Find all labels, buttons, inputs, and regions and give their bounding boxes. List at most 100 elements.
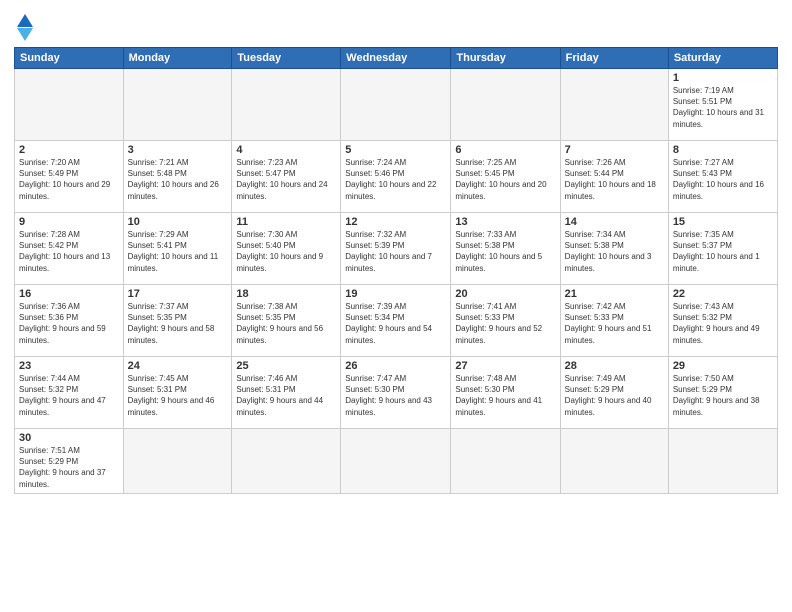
weekday-header: Thursday bbox=[451, 48, 560, 69]
day-number: 16 bbox=[19, 288, 119, 300]
day-info: Sunrise: 7:43 AM Sunset: 5:32 PM Dayligh… bbox=[673, 301, 773, 346]
calendar-cell bbox=[668, 429, 777, 494]
day-number: 30 bbox=[19, 432, 119, 444]
day-info: Sunrise: 7:26 AM Sunset: 5:44 PM Dayligh… bbox=[565, 157, 664, 202]
day-number: 10 bbox=[128, 216, 228, 228]
day-info: Sunrise: 7:21 AM Sunset: 5:48 PM Dayligh… bbox=[128, 157, 228, 202]
day-info: Sunrise: 7:19 AM Sunset: 5:51 PM Dayligh… bbox=[673, 85, 773, 130]
day-info: Sunrise: 7:50 AM Sunset: 5:29 PM Dayligh… bbox=[673, 373, 773, 418]
calendar-week-row: 16Sunrise: 7:36 AM Sunset: 5:36 PM Dayli… bbox=[15, 285, 778, 357]
calendar-cell: 11Sunrise: 7:30 AM Sunset: 5:40 PM Dayli… bbox=[232, 213, 341, 285]
day-number: 20 bbox=[455, 288, 555, 300]
calendar-cell: 15Sunrise: 7:35 AM Sunset: 5:37 PM Dayli… bbox=[668, 213, 777, 285]
weekday-header: Friday bbox=[560, 48, 668, 69]
day-info: Sunrise: 7:33 AM Sunset: 5:38 PM Dayligh… bbox=[455, 229, 555, 274]
day-number: 12 bbox=[345, 216, 446, 228]
day-info: Sunrise: 7:36 AM Sunset: 5:36 PM Dayligh… bbox=[19, 301, 119, 346]
calendar-cell: 8Sunrise: 7:27 AM Sunset: 5:43 PM Daylig… bbox=[668, 141, 777, 213]
day-info: Sunrise: 7:45 AM Sunset: 5:31 PM Dayligh… bbox=[128, 373, 228, 418]
day-info: Sunrise: 7:32 AM Sunset: 5:39 PM Dayligh… bbox=[345, 229, 446, 274]
calendar-cell bbox=[341, 429, 451, 494]
day-info: Sunrise: 7:23 AM Sunset: 5:47 PM Dayligh… bbox=[236, 157, 336, 202]
day-info: Sunrise: 7:49 AM Sunset: 5:29 PM Dayligh… bbox=[565, 373, 664, 418]
day-info: Sunrise: 7:28 AM Sunset: 5:42 PM Dayligh… bbox=[19, 229, 119, 274]
calendar-week-row: 9Sunrise: 7:28 AM Sunset: 5:42 PM Daylig… bbox=[15, 213, 778, 285]
day-info: Sunrise: 7:29 AM Sunset: 5:41 PM Dayligh… bbox=[128, 229, 228, 274]
calendar-cell: 14Sunrise: 7:34 AM Sunset: 5:38 PM Dayli… bbox=[560, 213, 668, 285]
calendar-cell: 30Sunrise: 7:51 AM Sunset: 5:29 PM Dayli… bbox=[15, 429, 124, 494]
calendar-cell: 19Sunrise: 7:39 AM Sunset: 5:34 PM Dayli… bbox=[341, 285, 451, 357]
day-info: Sunrise: 7:51 AM Sunset: 5:29 PM Dayligh… bbox=[19, 445, 119, 490]
day-number: 3 bbox=[128, 144, 228, 156]
day-number: 18 bbox=[236, 288, 336, 300]
calendar-cell: 4Sunrise: 7:23 AM Sunset: 5:47 PM Daylig… bbox=[232, 141, 341, 213]
calendar-cell: 3Sunrise: 7:21 AM Sunset: 5:48 PM Daylig… bbox=[123, 141, 232, 213]
weekday-header: Saturday bbox=[668, 48, 777, 69]
day-number: 5 bbox=[345, 144, 446, 156]
day-number: 22 bbox=[673, 288, 773, 300]
calendar-cell: 6Sunrise: 7:25 AM Sunset: 5:45 PM Daylig… bbox=[451, 141, 560, 213]
day-number: 4 bbox=[236, 144, 336, 156]
day-number: 7 bbox=[565, 144, 664, 156]
calendar-cell: 27Sunrise: 7:48 AM Sunset: 5:30 PM Dayli… bbox=[451, 357, 560, 429]
calendar-cell bbox=[560, 429, 668, 494]
calendar-cell: 1Sunrise: 7:19 AM Sunset: 5:51 PM Daylig… bbox=[668, 69, 777, 141]
logo-triangle-bottom bbox=[17, 28, 33, 41]
day-number: 26 bbox=[345, 360, 446, 372]
day-number: 24 bbox=[128, 360, 228, 372]
weekday-header: Sunday bbox=[15, 48, 124, 69]
day-number: 25 bbox=[236, 360, 336, 372]
day-number: 28 bbox=[565, 360, 664, 372]
calendar-cell: 13Sunrise: 7:33 AM Sunset: 5:38 PM Dayli… bbox=[451, 213, 560, 285]
logo bbox=[14, 10, 33, 41]
day-number: 23 bbox=[19, 360, 119, 372]
day-info: Sunrise: 7:44 AM Sunset: 5:32 PM Dayligh… bbox=[19, 373, 119, 418]
calendar-cell bbox=[232, 429, 341, 494]
day-info: Sunrise: 7:39 AM Sunset: 5:34 PM Dayligh… bbox=[345, 301, 446, 346]
calendar-cell: 18Sunrise: 7:38 AM Sunset: 5:35 PM Dayli… bbox=[232, 285, 341, 357]
calendar-cell bbox=[451, 69, 560, 141]
day-info: Sunrise: 7:35 AM Sunset: 5:37 PM Dayligh… bbox=[673, 229, 773, 274]
weekday-header: Tuesday bbox=[232, 48, 341, 69]
calendar-cell: 2Sunrise: 7:20 AM Sunset: 5:49 PM Daylig… bbox=[15, 141, 124, 213]
weekday-header: Monday bbox=[123, 48, 232, 69]
day-number: 8 bbox=[673, 144, 773, 156]
calendar-week-row: 2Sunrise: 7:20 AM Sunset: 5:49 PM Daylig… bbox=[15, 141, 778, 213]
calendar-cell bbox=[123, 69, 232, 141]
day-info: Sunrise: 7:46 AM Sunset: 5:31 PM Dayligh… bbox=[236, 373, 336, 418]
logo-triangle-top bbox=[17, 14, 33, 27]
day-info: Sunrise: 7:37 AM Sunset: 5:35 PM Dayligh… bbox=[128, 301, 228, 346]
day-number: 14 bbox=[565, 216, 664, 228]
calendar-cell: 20Sunrise: 7:41 AM Sunset: 5:33 PM Dayli… bbox=[451, 285, 560, 357]
day-info: Sunrise: 7:47 AM Sunset: 5:30 PM Dayligh… bbox=[345, 373, 446, 418]
calendar-cell: 28Sunrise: 7:49 AM Sunset: 5:29 PM Dayli… bbox=[560, 357, 668, 429]
day-number: 27 bbox=[455, 360, 555, 372]
weekday-header: Wednesday bbox=[341, 48, 451, 69]
calendar-cell: 21Sunrise: 7:42 AM Sunset: 5:33 PM Dayli… bbox=[560, 285, 668, 357]
day-number: 1 bbox=[673, 72, 773, 84]
calendar-week-row: 1Sunrise: 7:19 AM Sunset: 5:51 PM Daylig… bbox=[15, 69, 778, 141]
day-info: Sunrise: 7:34 AM Sunset: 5:38 PM Dayligh… bbox=[565, 229, 664, 274]
calendar-cell: 24Sunrise: 7:45 AM Sunset: 5:31 PM Dayli… bbox=[123, 357, 232, 429]
header bbox=[14, 10, 778, 41]
day-info: Sunrise: 7:48 AM Sunset: 5:30 PM Dayligh… bbox=[455, 373, 555, 418]
calendar-cell bbox=[15, 69, 124, 141]
day-info: Sunrise: 7:41 AM Sunset: 5:33 PM Dayligh… bbox=[455, 301, 555, 346]
day-number: 15 bbox=[673, 216, 773, 228]
calendar-cell: 25Sunrise: 7:46 AM Sunset: 5:31 PM Dayli… bbox=[232, 357, 341, 429]
calendar-cell bbox=[232, 69, 341, 141]
calendar-week-row: 30Sunrise: 7:51 AM Sunset: 5:29 PM Dayli… bbox=[15, 429, 778, 494]
day-info: Sunrise: 7:24 AM Sunset: 5:46 PM Dayligh… bbox=[345, 157, 446, 202]
day-info: Sunrise: 7:20 AM Sunset: 5:49 PM Dayligh… bbox=[19, 157, 119, 202]
calendar-cell bbox=[451, 429, 560, 494]
calendar-cell bbox=[123, 429, 232, 494]
calendar-cell: 10Sunrise: 7:29 AM Sunset: 5:41 PM Dayli… bbox=[123, 213, 232, 285]
day-info: Sunrise: 7:25 AM Sunset: 5:45 PM Dayligh… bbox=[455, 157, 555, 202]
calendar-cell: 29Sunrise: 7:50 AM Sunset: 5:29 PM Dayli… bbox=[668, 357, 777, 429]
calendar-cell: 16Sunrise: 7:36 AM Sunset: 5:36 PM Dayli… bbox=[15, 285, 124, 357]
day-number: 17 bbox=[128, 288, 228, 300]
day-info: Sunrise: 7:38 AM Sunset: 5:35 PM Dayligh… bbox=[236, 301, 336, 346]
day-number: 2 bbox=[19, 144, 119, 156]
day-info: Sunrise: 7:30 AM Sunset: 5:40 PM Dayligh… bbox=[236, 229, 336, 274]
calendar-cell: 12Sunrise: 7:32 AM Sunset: 5:39 PM Dayli… bbox=[341, 213, 451, 285]
